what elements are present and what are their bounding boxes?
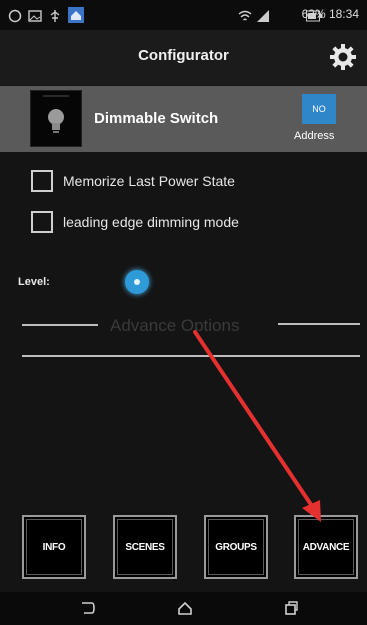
back-icon[interactable] (80, 600, 96, 616)
system-nav-bar (0, 592, 367, 625)
annotation-arrow (193, 330, 321, 522)
recents-icon[interactable] (283, 600, 299, 616)
home-icon[interactable] (177, 600, 193, 616)
